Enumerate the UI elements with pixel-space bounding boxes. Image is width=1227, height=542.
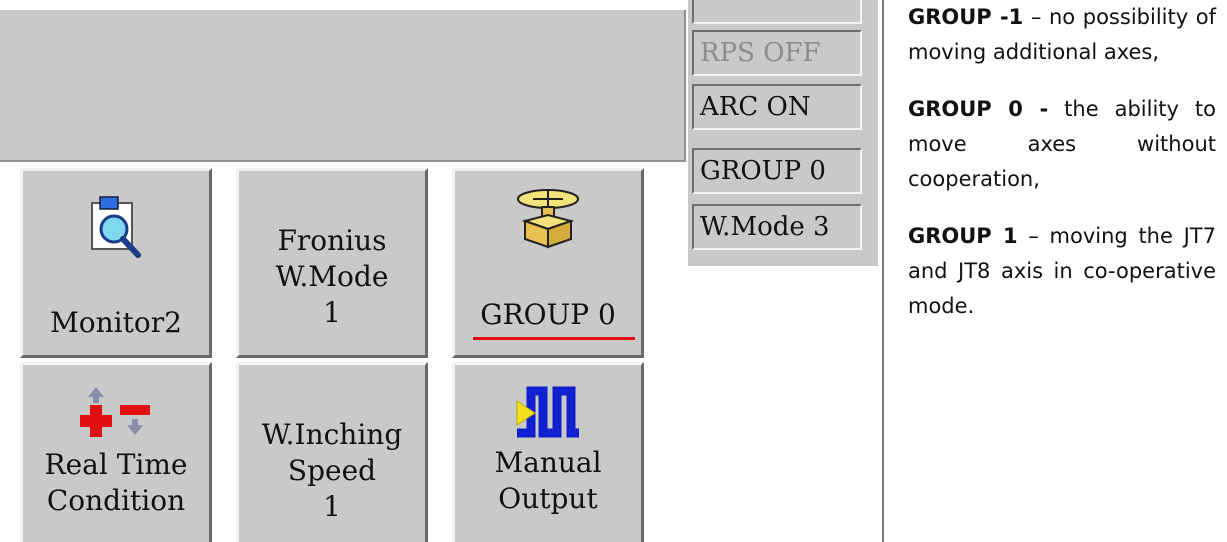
real-time-condition-button[interactable]: Real Time Condition [20,362,212,542]
group-button[interactable]: GROUP 0 [452,168,644,358]
group-underline [473,337,635,340]
manual-line1: Manual [494,446,602,479]
status-arc: ARC ON [692,84,862,130]
desc-group-minus1-bold: GROUP -1 [908,5,1024,29]
w-inching-speed-button[interactable]: W.Inching Speed 1 [236,362,428,542]
desc-group-1: GROUP 1 – moving the JT7 and JT8 axis in… [908,219,1216,324]
fronius-wmode-button[interactable]: Fronius W.Mode 1 [236,168,428,358]
realtime-line1: Real Time [44,448,188,481]
manual-output-button[interactable]: Manual Output [452,362,644,542]
robot-teach-pendant-panel: RPS OFF ARC ON GROUP 0 W.Mode 3 Monitor2… [0,0,884,542]
status-group: GROUP 0 [692,148,862,194]
desc-group-0: GROUP 0 - the ability to move axes witho… [908,92,1216,197]
status-box-partial [692,0,862,24]
status-rps: RPS OFF [692,30,862,76]
magnifier-monitor-icon [91,196,141,258]
fronius-line3: 1 [323,296,341,329]
monitor2-label: Monitor2 [50,306,182,339]
manual-line2: Output [498,482,598,515]
pulse-signal-icon [516,386,579,438]
status-column: RPS OFF ARC ON GROUP 0 W.Mode 3 [688,0,878,266]
panel-divider [882,0,884,542]
fronius-line1: Fronius [277,224,387,257]
inching-line3: 1 [323,490,341,523]
monitor2-button[interactable]: Monitor2 [20,168,212,358]
desc-group-1-bold: GROUP 1 [908,224,1018,248]
group-description: GROUP -1 – no possibility of moving addi… [908,0,1216,346]
inching-line1: W.Inching [261,418,403,451]
positioner-table-icon [517,189,579,249]
group-label: GROUP 0 [480,298,616,331]
status-wmode: W.Mode 3 [692,204,862,250]
desc-group-0-bold: GROUP 0 - [908,97,1049,121]
desc-group-minus1: GROUP -1 – no possibility of moving addi… [908,0,1216,70]
plus-minus-arrows-icon [80,387,150,437]
fronius-line2: W.Mode [275,260,389,293]
realtime-line2: Condition [46,484,186,517]
display-area [0,10,686,162]
inching-line2: Speed [287,454,377,487]
